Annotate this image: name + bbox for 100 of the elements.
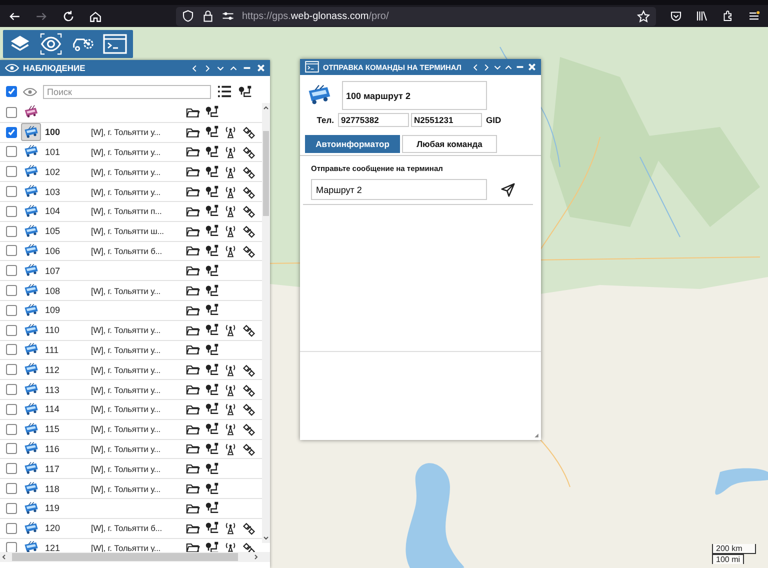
checkbox[interactable] [6, 265, 17, 276]
chevron-down-icon[interactable] [494, 64, 501, 70]
tab[interactable]: Любая команда [402, 135, 497, 153]
checkbox[interactable] [6, 384, 17, 396]
folder-icon[interactable] [186, 304, 200, 317]
checkbox[interactable] [6, 344, 17, 356]
vehicle-row[interactable]: 113 [W], г. Тольятти у... [0, 380, 262, 400]
checkbox[interactable] [6, 324, 17, 336]
checkbox[interactable] [6, 106, 17, 118]
checkbox[interactable] [6, 483, 17, 494]
puzzle-icon[interactable] [722, 10, 734, 22]
vehicle-row[interactable]: 120 [W], г. Тольятти б... [0, 518, 262, 539]
pin-route-icon[interactable] [205, 284, 219, 298]
checkbox[interactable] [6, 443, 17, 454]
pin-route-icon[interactable] [238, 84, 252, 98]
folder-icon[interactable] [186, 264, 200, 278]
address-bar[interactable]: https://gps.web-glonass.com/pro/ [176, 6, 656, 26]
vehicle-row[interactable]: 115 [W], г. Тольятти у... [0, 420, 262, 440]
vehicle-row[interactable]: 105 [W], г. Тольятти ш... [0, 222, 262, 242]
pin-route-icon[interactable] [205, 184, 219, 199]
checkbox[interactable] [6, 245, 17, 256]
vehicle-row[interactable]: 112 [W], г. Тольятти у... [0, 360, 262, 380]
resize-grip-icon[interactable] [534, 433, 539, 438]
checkbox[interactable] [6, 285, 17, 296]
checkbox[interactable] [6, 404, 17, 415]
pin-route-icon[interactable] [205, 164, 219, 179]
checkbox[interactable] [6, 206, 17, 217]
pin-route-icon[interactable] [205, 521, 219, 536]
folder-icon[interactable] [186, 343, 200, 356]
chevron-up-icon[interactable] [230, 64, 237, 72]
checkbox[interactable] [6, 424, 17, 435]
home-icon[interactable] [89, 10, 102, 22]
folder-icon[interactable] [186, 363, 200, 376]
vehicle-row[interactable]: 100 [W], г. Тольятти у... [0, 122, 262, 143]
folder-icon[interactable] [186, 224, 200, 238]
checkbox[interactable] [6, 186, 17, 198]
pin-route-icon[interactable] [205, 144, 219, 159]
menu-icon[interactable] [748, 10, 760, 22]
vehicle-row[interactable]: 106 [W], г. Тольятти б... [0, 242, 262, 262]
pin-route-icon[interactable] [205, 224, 219, 238]
send-icon[interactable] [501, 182, 515, 196]
terminal-icon[interactable] [103, 34, 127, 54]
folder-icon[interactable] [186, 165, 200, 178]
folder-icon[interactable] [186, 185, 200, 198]
folder-icon[interactable] [186, 442, 200, 456]
eye-icon[interactable] [23, 86, 37, 96]
library-icon[interactable] [696, 10, 708, 22]
pin-route-icon[interactable] [205, 462, 219, 476]
checkbox[interactable] [6, 364, 17, 376]
vehicle-row[interactable]: 102 [W], г. Тольятти у... [0, 162, 262, 182]
close-icon[interactable] [528, 63, 536, 71]
sliders-icon[interactable] [222, 10, 234, 22]
pin-route-icon[interactable] [205, 402, 219, 416]
folder-icon[interactable] [186, 402, 200, 416]
folder-icon[interactable] [186, 462, 200, 476]
vehicle-row[interactable]: 107 [0, 261, 262, 282]
pin-route-icon[interactable] [205, 105, 219, 120]
pin-route-icon[interactable] [205, 442, 219, 456]
checkbox[interactable] [6, 86, 17, 97]
vehicle-row[interactable]: 118 [W], г. Тольятти у... [0, 479, 262, 499]
vehicle-row[interactable]: 116 [W], г. Тольятти у... [0, 440, 262, 460]
folder-icon[interactable] [186, 284, 200, 298]
pin-route-icon[interactable] [205, 342, 219, 357]
close-icon[interactable] [257, 64, 265, 72]
checkbox[interactable] [6, 463, 17, 474]
pin-route-icon[interactable] [205, 303, 219, 318]
star-icon[interactable] [637, 10, 650, 22]
vehicle-row[interactable]: 109 [0, 300, 262, 321]
folder-icon[interactable] [186, 541, 200, 552]
reload-icon[interactable] [62, 10, 75, 22]
folder-icon[interactable] [186, 522, 200, 535]
folder-icon[interactable] [186, 244, 200, 258]
folder-icon[interactable] [186, 422, 200, 436]
minimize-icon[interactable] [243, 64, 251, 72]
tab[interactable]: Автоинформатор [305, 135, 400, 153]
folder-icon[interactable] [186, 204, 200, 218]
chevron-right-icon[interactable] [204, 64, 211, 72]
vehicle-row[interactable] [0, 103, 262, 123]
folder-icon[interactable] [186, 482, 200, 496]
checkbox[interactable] [6, 522, 17, 534]
message-field[interactable]: Маршрут 2 [311, 179, 487, 200]
vehicle-row[interactable]: 117 [W], г. Тольятти у... [0, 459, 262, 480]
search-field[interactable]: Поиск [43, 84, 211, 98]
shield-icon[interactable] [182, 10, 194, 22]
vehicle-row[interactable]: 111 [W], г. Тольятти у... [0, 340, 262, 360]
pin-route-icon[interactable] [205, 382, 219, 397]
folder-icon[interactable] [186, 145, 200, 158]
checkbox[interactable] [6, 304, 17, 316]
checkbox[interactable] [6, 226, 17, 237]
vehicle-row[interactable]: 119 [0, 498, 262, 519]
vehicle-row[interactable]: 101 [W], г. Тольятти у... [0, 142, 262, 162]
vehicle-row[interactable]: 104 [W], г. Тольятти п... [0, 202, 262, 222]
pin-route-icon[interactable] [205, 244, 219, 258]
chevron-down-icon[interactable] [217, 64, 224, 72]
folder-icon[interactable] [186, 383, 200, 396]
pin-route-icon[interactable] [205, 482, 219, 496]
pin-route-icon[interactable] [205, 362, 219, 377]
checkbox[interactable] [6, 146, 17, 158]
pin-route-icon[interactable] [205, 422, 219, 436]
vehicle-row[interactable]: 103 [W], г. Тольятти у... [0, 182, 262, 202]
